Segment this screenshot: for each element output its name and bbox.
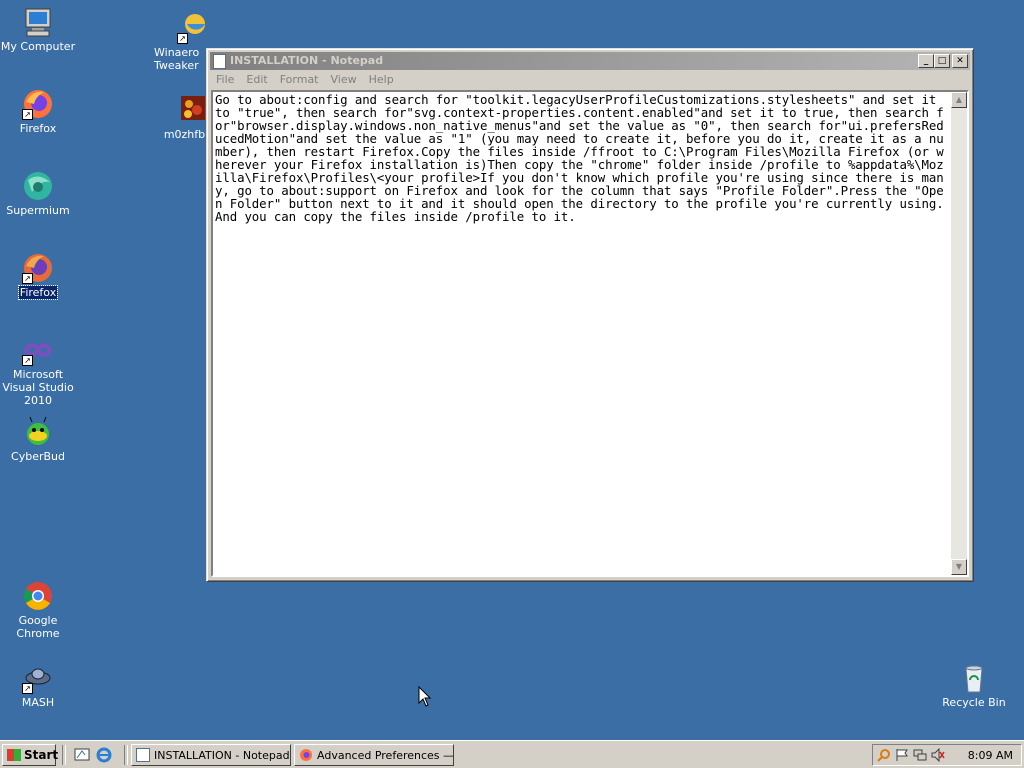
start-label: Start: [24, 748, 59, 762]
close-button[interactable]: ✕: [952, 54, 968, 68]
desktop-icon-firefox[interactable]: ↗ Firefox: [0, 88, 78, 135]
notepad-icon: [213, 54, 226, 69]
desktop-icon-label: CyberBud: [11, 450, 65, 463]
show-desktop-icon[interactable]: [74, 747, 90, 763]
desktop-icon-supermium[interactable]: Supermium: [0, 170, 78, 217]
recycle-bin-icon: [958, 662, 990, 694]
desktop-icon-label: My Computer: [0, 40, 76, 53]
desktop-icon-label: Supermium: [6, 204, 70, 217]
firefox-icon: ↗: [22, 252, 54, 284]
shortcut-arrow-icon: ↗: [22, 273, 33, 284]
taskbar-separator: [124, 745, 128, 765]
window-title: INSTALLATION - Notepad: [230, 54, 384, 67]
desktop-icon-google-chrome[interactable]: Google Chrome: [0, 580, 78, 640]
shortcut-arrow-icon: ↗: [22, 109, 33, 120]
desktop-icon-my-computer[interactable]: My Computer: [0, 6, 78, 53]
desktop-icon-cyberbud[interactable]: CyberBud: [0, 416, 78, 463]
desktop-icon-label: Firefox: [19, 122, 57, 135]
text-editor[interactable]: Go to about:config and search for "toolk…: [211, 90, 969, 577]
scroll-up-button[interactable]: ▲: [951, 92, 967, 108]
desktop-icon-firefox-2[interactable]: ↗ Firefox: [0, 252, 78, 300]
mash-icon: ↗: [22, 662, 54, 694]
search-icon[interactable]: [877, 748, 891, 762]
quick-launch-separator: [62, 745, 66, 765]
shortcut-arrow-icon: ↗: [22, 355, 33, 366]
volume-muted-icon[interactable]: [931, 747, 945, 763]
windows-logo-icon: [7, 749, 21, 761]
task-button-notepad[interactable]: INSTALLATION - Notepad: [131, 744, 291, 766]
menu-edit[interactable]: Edit: [240, 71, 273, 86]
vertical-scrollbar[interactable]: ▲ ▼: [951, 92, 967, 575]
start-button[interactable]: Start: [2, 744, 59, 766]
firefox-icon: ↗: [22, 88, 54, 120]
scroll-down-button[interactable]: ▼: [951, 559, 967, 575]
winaero-tweaker-icon: ↗: [177, 12, 209, 44]
cyberbud-icon: [22, 416, 54, 448]
menu-help[interactable]: Help: [363, 71, 400, 86]
supermium-icon: [22, 170, 54, 202]
taskbar: Start INSTALLATION - Notepad Advanced Pr…: [0, 740, 1024, 768]
desktop-icon-recycle-bin[interactable]: Recycle Bin: [934, 662, 1014, 709]
clock[interactable]: 8:09 AM: [968, 749, 1013, 762]
notepad-window[interactable]: INSTALLATION - Notepad _ □ ✕ File Edit For…: [206, 48, 974, 582]
desktop-icon-mash[interactable]: ↗ MASH: [0, 662, 78, 709]
task-button-firefox[interactable]: Advanced Preferences —...: [294, 744, 454, 766]
chrome-icon: [22, 580, 54, 612]
desktop-icon-label: Recycle Bin: [942, 696, 1006, 709]
my-computer-icon: [22, 6, 54, 38]
shortcut-arrow-icon: ↗: [177, 33, 188, 44]
document-text[interactable]: Go to about:config and search for "toolk…: [215, 93, 947, 575]
notepad-icon: [136, 748, 150, 762]
menu-format[interactable]: Format: [274, 71, 325, 86]
desktop-icon-label: MASH: [21, 696, 55, 709]
desktop-icon-label: Microsoft Visual Studio 2010: [2, 368, 74, 407]
desktop-icon-label: Google Chrome: [16, 614, 60, 640]
shortcut-arrow-icon: ↗: [22, 683, 33, 694]
flag-icon[interactable]: [895, 748, 909, 762]
task-label: Advanced Preferences —...: [317, 749, 454, 762]
firefox-icon: [299, 748, 313, 762]
menu-bar: File Edit Format View Help: [210, 71, 970, 89]
system-tray: 8:09 AM: [872, 744, 1022, 766]
network-icon[interactable]: [913, 748, 927, 762]
image-file-icon: [177, 94, 209, 126]
desktop-icon-label: Firefox: [17, 285, 59, 300]
menu-file[interactable]: File: [210, 71, 240, 86]
mouse-cursor-icon: [418, 685, 432, 711]
title-bar[interactable]: INSTALLATION - Notepad _ □ ✕: [210, 52, 970, 70]
task-label: INSTALLATION - Notepad: [154, 749, 290, 762]
maximize-button[interactable]: □: [934, 54, 950, 68]
visual-studio-icon: ↗: [22, 334, 54, 366]
menu-view[interactable]: View: [325, 71, 363, 86]
desktop-icon-visual-studio[interactable]: ↗ Microsoft Visual Studio 2010: [0, 334, 78, 407]
internet-explorer-icon[interactable]: [96, 747, 112, 763]
minimize-button[interactable]: _: [918, 54, 934, 68]
